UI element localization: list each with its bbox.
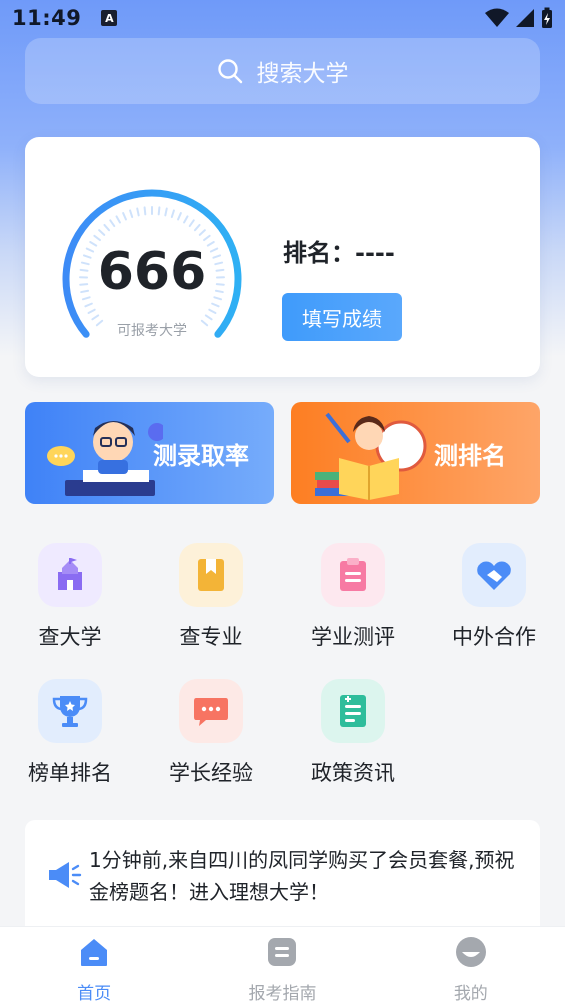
handshake-icon [462, 543, 526, 607]
search-placeholder: 搜索大学 [256, 61, 349, 87]
status-bar: 11:49 A [0, 0, 565, 36]
fill-score-button[interactable]: 填写成绩 [282, 293, 402, 341]
notice-card[interactable]: 1分钟前,来自四川的凤同学购买了会员套餐,预祝金榜题名！进入理想大学！ [25, 820, 540, 940]
gauge-tick [109, 219, 116, 228]
gauge-tick [115, 215, 121, 224]
grid-label: 政策资讯 [311, 761, 395, 785]
gauge-tick [204, 314, 213, 321]
gauge-tick [208, 308, 217, 315]
gauge-tick [98, 229, 106, 236]
school-icon [38, 543, 102, 607]
gauge-tick [87, 308, 96, 315]
guide-icon [268, 938, 297, 966]
grid-label: 中外合作 [452, 625, 536, 649]
grid-item-rankings[interactable]: 榜单排名 [5, 679, 135, 787]
book-icon [179, 543, 243, 607]
search-bar[interactable]: 搜索大学 [25, 38, 540, 104]
score-value: 666 [97, 242, 207, 302]
gauge-tick [183, 215, 189, 224]
grid-item-find-major[interactable]: 查专业 [146, 543, 276, 651]
tab-label: 报考指南 [248, 984, 317, 1004]
tab-home[interactable]: 首页 [14, 927, 174, 1004]
grid-item-joint-program[interactable]: 中外合作 [429, 543, 559, 651]
chat-icon [179, 679, 243, 743]
gauge-tick [164, 207, 168, 217]
gauge-tick [103, 223, 111, 232]
rank-test-label: 测排名 [434, 441, 506, 470]
grid-item-find-university[interactable]: 查大学 [5, 543, 135, 651]
gauge-tick [136, 207, 140, 217]
gauge-tick [84, 302, 93, 308]
grid-item-policy-news[interactable]: 政策资讯 [288, 679, 418, 787]
grid-label: 学业测评 [311, 625, 395, 649]
gauge-tick [170, 209, 175, 219]
gauge-tick [193, 223, 201, 232]
gauge-tick [93, 234, 101, 242]
tab-label: 首页 [77, 984, 112, 1004]
grid-item-academic-test[interactable]: 学业测评 [288, 543, 418, 651]
home-icon [81, 939, 108, 966]
student-illustration-icon [47, 421, 163, 496]
gauge-tick [211, 302, 220, 308]
notice-text: 1分钟前,来自四川的凤同学购买了会员套餐,预祝金榜题名！进入理想大学！ [89, 848, 515, 904]
megaphone-icon [49, 862, 82, 888]
signal-icon [516, 9, 534, 27]
notification-icon: A [101, 10, 118, 26]
trophy-icon [38, 679, 102, 743]
grid-label: 查大学 [38, 625, 102, 649]
profile-icon [455, 937, 486, 967]
wifi-icon [485, 8, 509, 27]
gauge-tick [203, 234, 211, 242]
tab-label: 我的 [453, 984, 488, 1004]
admission-rate-banner[interactable]: 测录取率 [25, 402, 274, 504]
document-icon [321, 679, 385, 743]
score-sublabel: 可报考大学 [117, 323, 187, 339]
gauge-tick [122, 212, 127, 221]
grid-label: 榜单排名 [28, 761, 112, 785]
gauge-tick [91, 314, 100, 321]
admission-rate-label: 测录取率 [153, 441, 249, 470]
gauge-tick [198, 229, 206, 236]
gauge-tick [188, 219, 195, 228]
clipboard-icon [321, 543, 385, 607]
battery-icon [542, 7, 552, 28]
reader-illustration-icon [315, 412, 427, 500]
tab-guide[interactable]: 报考指南 [202, 927, 362, 1004]
bottom-tab-bar: 首页 报考指南 我的 [0, 926, 565, 1004]
tab-profile[interactable]: 我的 [391, 927, 551, 1004]
grid-label: 学长经验 [169, 761, 253, 785]
grid-item-senior-experience[interactable]: 学长经验 [146, 679, 276, 787]
search-icon [217, 59, 242, 84]
status-time: 11:49 [12, 6, 82, 30]
gauge-tick [177, 212, 182, 221]
gauge-tick [129, 209, 134, 219]
rank-text: 排名：---- [283, 239, 395, 267]
gauge-tick [157, 206, 161, 216]
grid-label: 查专业 [179, 625, 243, 649]
score-card: 666 可报考大学 排名：---- 填写成绩 [25, 137, 540, 377]
gauge-tick [143, 206, 147, 216]
rank-test-banner[interactable]: 测排名 [291, 402, 540, 504]
